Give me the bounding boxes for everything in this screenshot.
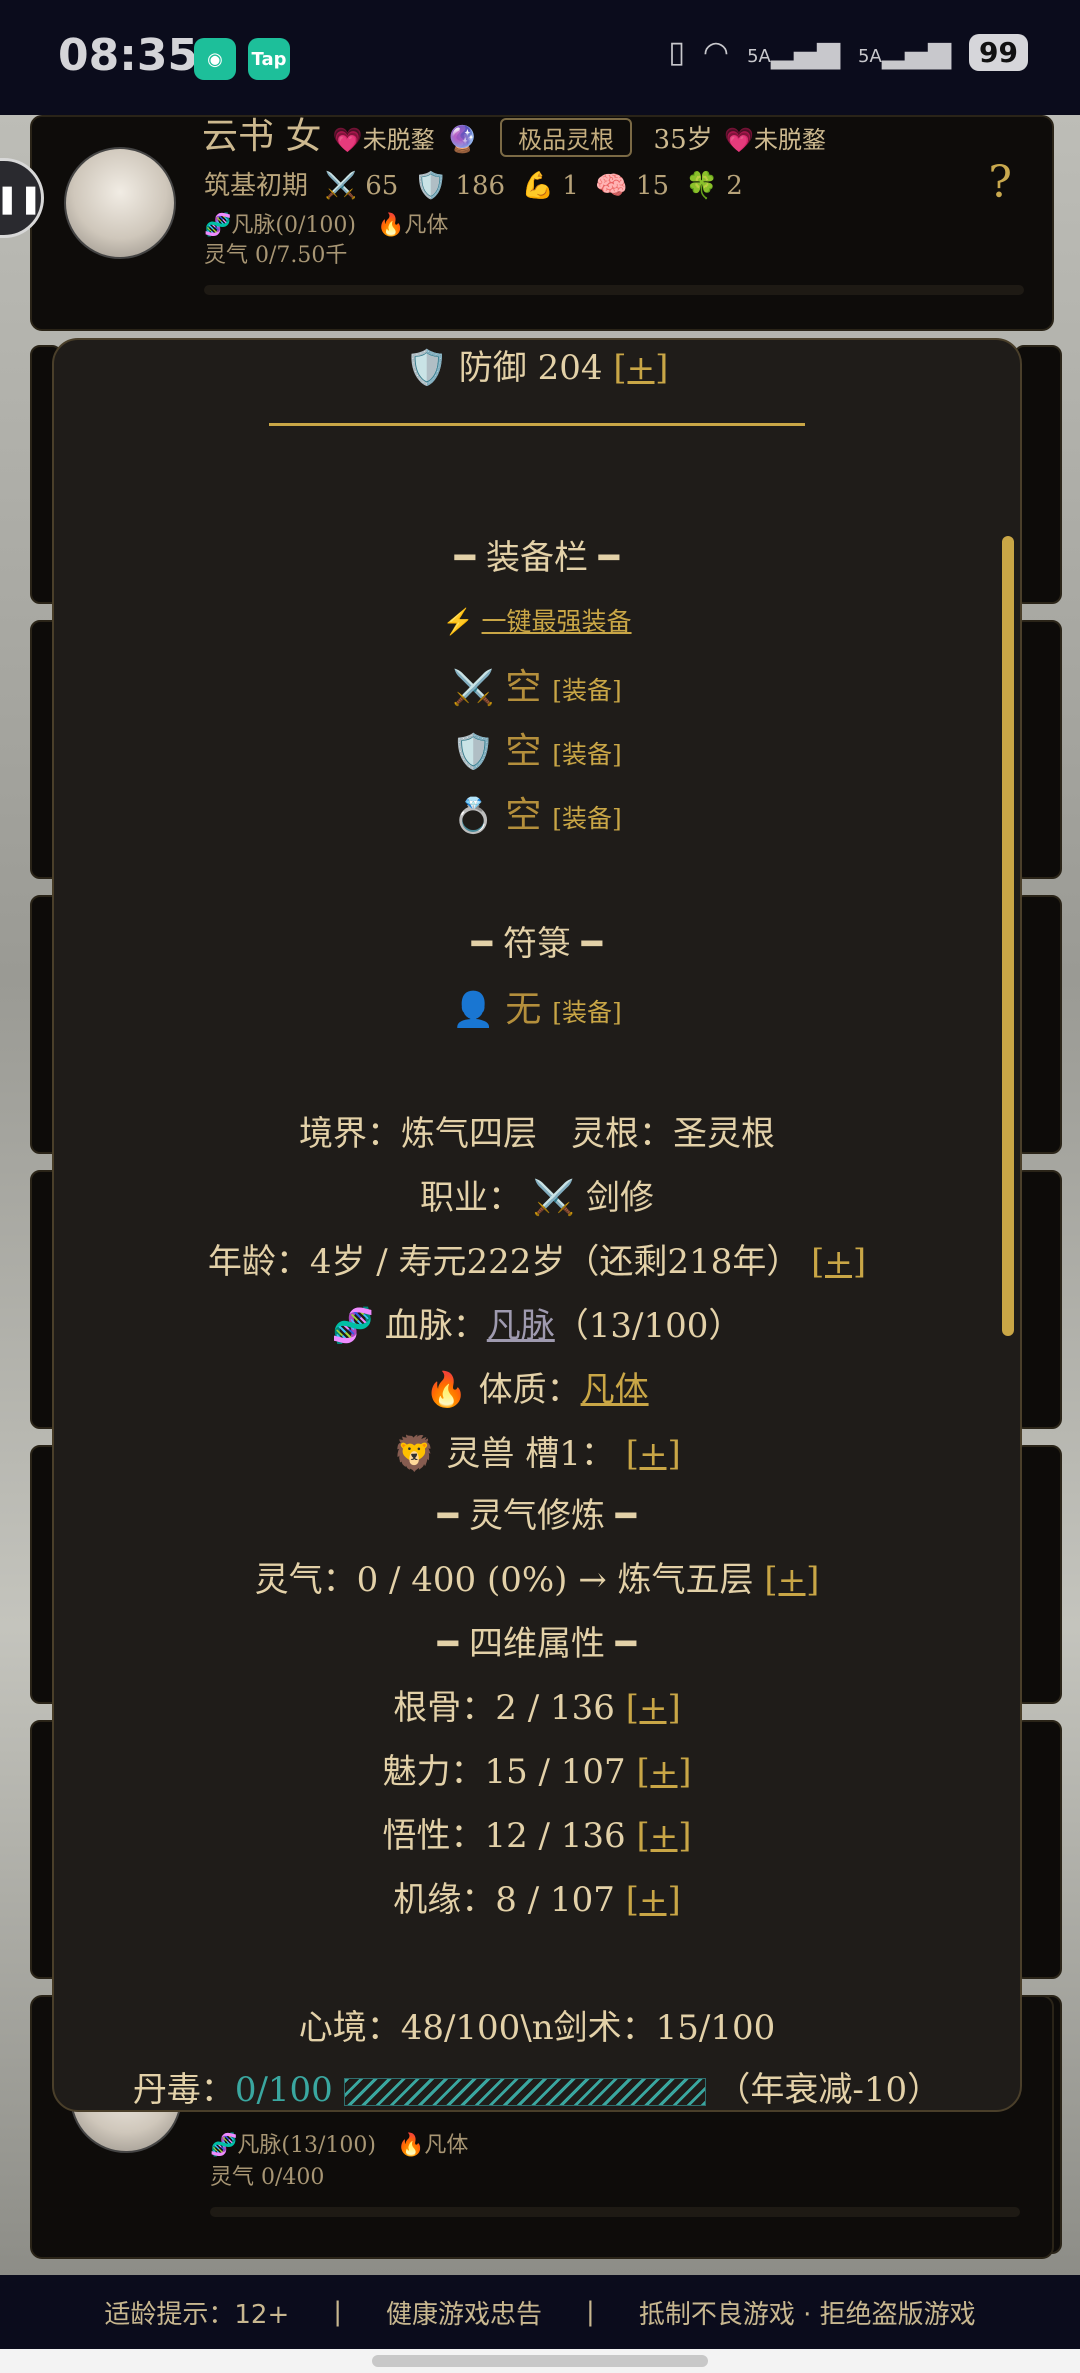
- equip-slot-armor: 🛡️ 空 [装备]: [452, 731, 622, 772]
- fire-icon: 🔥: [376, 213, 405, 238]
- ring-icon: 💍: [452, 796, 495, 836]
- attr-insight: 悟性：12 / 136 [+]: [382, 1816, 692, 1856]
- root-tag: 极品灵根: [500, 118, 633, 157]
- sword-icon: ⚔️: [324, 171, 357, 201]
- qi-plus-button[interactable]: [+]: [764, 1560, 819, 1600]
- home-handle[interactable]: [372, 2355, 708, 2367]
- qi-progress-bar: [210, 2207, 1020, 2217]
- realm-line: 境界：炼气四层 灵根：圣灵根: [299, 1114, 775, 1154]
- equip-weapon-button[interactable]: [装备]: [552, 676, 622, 705]
- equip-talisman-button[interactable]: [装备]: [552, 998, 622, 1027]
- wifi-icon: ◠: [702, 35, 730, 70]
- attr-header: ━ 四维属性 ━: [437, 1624, 637, 1664]
- bloodline-line: 🧬 血脉：凡脉（13/100）: [331, 1306, 743, 1346]
- bloodline-line: 🧬凡脉(13/100) 🔥凡体: [210, 2133, 469, 2158]
- shield-icon: 🛡️: [452, 732, 495, 772]
- auto-equip-row: ⚡ 一键最强装备: [54, 602, 1020, 638]
- gesture-bar: [0, 2349, 1080, 2373]
- toxin-line: 丹毒：0/100 （年衰减-10）: [132, 2070, 942, 2110]
- age-plus-button[interactable]: [+]: [811, 1242, 866, 1282]
- silhouette-icon: 👤: [452, 990, 495, 1030]
- shield-icon: 🛡️: [405, 348, 448, 388]
- heart-icon: 💗: [332, 126, 363, 154]
- system-icons: ▯ ◠ 5A▂▄▆ 5A▂▄▆ 99: [668, 34, 1028, 71]
- qi-line: 灵气：0 / 400 (0%) → 炼气五层 [+]: [254, 1560, 820, 1600]
- battery-icon: 99: [969, 34, 1028, 71]
- vibrate-icon: ▯: [668, 35, 685, 70]
- signal-icon-2: 5A▂▄▆: [858, 35, 952, 70]
- character-name: 云书 女 💗未脱鍪 🔮 极品灵根 35岁 💗未脱鍪: [202, 116, 826, 157]
- defense-plus-button[interactable]: [+]: [613, 348, 668, 388]
- lion-icon: 🦁: [393, 1434, 436, 1474]
- orb-icon: 🔮: [446, 125, 479, 155]
- age-line: 年龄：4岁 / 寿元222岁（还剩218年） [+]: [207, 1242, 867, 1282]
- avatar: [64, 147, 176, 259]
- charm-plus-button[interactable]: [+]: [637, 1752, 692, 1792]
- separator: |: [333, 2297, 343, 2327]
- mind-line: 心境：48/100\n剑术：15/100: [298, 2008, 776, 2048]
- fortune-plus-button[interactable]: [+]: [626, 1880, 681, 1920]
- insight-plus-button[interactable]: [+]: [637, 1816, 692, 1856]
- equip-armor-button[interactable]: [装备]: [552, 740, 622, 769]
- sword-icon: ⚔️: [452, 668, 495, 708]
- qi-header: ━ 灵气修炼 ━: [437, 1496, 637, 1536]
- tap-app-icon: Tap: [248, 38, 290, 80]
- help-icon[interactable]: ?: [988, 157, 1012, 208]
- fire-icon: 🔥: [425, 1370, 468, 1410]
- modal-scrollbar[interactable]: [1002, 536, 1014, 1336]
- equip-slot-weapon: ⚔️ 空 [装备]: [452, 667, 622, 708]
- talisman-header: ━ 符箓 ━: [471, 924, 603, 964]
- shield-icon: 🛡️: [414, 171, 448, 201]
- job-line: 职业： ⚔️ 剑修: [420, 1178, 654, 1218]
- bloodline-link[interactable]: 凡脉: [487, 1306, 555, 1346]
- stats-line: 筑基初期 ⚔️ 65 🛡️ 186 💪 1 🧠 15 🍀 2: [204, 171, 743, 201]
- attr-bone: 根骨：2 / 136 [+]: [393, 1688, 681, 1728]
- lightning-icon: ⚡: [442, 607, 474, 636]
- signal-icon-1: 5A▂▄▆: [747, 35, 841, 70]
- spirit-beast-line: 🦁 灵兽 槽1： [+]: [393, 1434, 681, 1474]
- equip-ring-button[interactable]: [装备]: [552, 804, 622, 833]
- toxin-progress-bar: [343, 2078, 706, 2106]
- beast-plus-button[interactable]: [+]: [626, 1434, 681, 1474]
- attr-fortune: 机缘：8 / 107 [+]: [393, 1880, 681, 1920]
- dna-icon: 🧬: [331, 1306, 374, 1346]
- qi-line: 灵气 0/7.50千: [204, 243, 348, 268]
- equip-header: ━ 装备栏 ━: [454, 538, 620, 578]
- heart-icon: 💗: [724, 126, 754, 154]
- bone-plus-button[interactable]: [+]: [626, 1688, 681, 1728]
- divider: [269, 423, 805, 426]
- clover-icon: 🍀: [685, 171, 718, 201]
- equip-slot-ring: 💍 空 [装备]: [452, 795, 622, 836]
- sword-icon: ⚔️: [532, 1178, 576, 1218]
- footer-notice: 适龄提示：12+ | 健康游戏忠告 | 抵制不良游戏 · 拒绝盗版游戏: [0, 2275, 1080, 2349]
- defense-row: 🛡️ 防御 204 [+]: [405, 348, 669, 388]
- auto-equip-button[interactable]: 一键最强装备: [482, 607, 632, 636]
- character-card-top[interactable]: 云书 女 💗未脱鍪 🔮 极品灵根 35岁 💗未脱鍪 筑基初期 ⚔️ 65 🛡️ …: [30, 115, 1054, 331]
- talisman-slot: 👤 无 [装备]: [452, 989, 622, 1030]
- muscle-icon: 💪: [521, 171, 554, 201]
- age-rating: 适龄提示：12+: [104, 2299, 290, 2330]
- mi-app-icon: ◉: [194, 38, 236, 80]
- fire-icon: 🔥: [396, 2133, 425, 2158]
- character-detail-modal[interactable]: 🛡️ 防御 204 [+] ━ 装备栏 ━ ⚡ 一键最强装备 ⚔️ 空 [装备]…: [52, 338, 1022, 2112]
- attr-charm: 魅力：15 / 107 [+]: [382, 1752, 692, 1792]
- status-bar: 08:35 ◉ Tap ▯ ◠ 5A▂▄▆ 5A▂▄▆ 99: [0, 0, 1080, 115]
- health-advice: 健康游戏忠告: [386, 2299, 543, 2330]
- physique-link[interactable]: 凡体: [581, 1370, 649, 1410]
- anti-piracy-notice: 抵制不良游戏 · 拒绝盗版游戏: [638, 2299, 976, 2330]
- qi-progress-bar: [204, 285, 1024, 295]
- separator: |: [586, 2297, 595, 2327]
- physique-line: 🔥 体质：凡体: [425, 1370, 649, 1410]
- bloodline-line: 🧬凡脉(0/100) 🔥凡体: [204, 213, 449, 238]
- clock: 08:35: [58, 30, 199, 81]
- dna-icon: 🧬: [210, 2133, 238, 2158]
- qi-line: 灵气 0/400: [210, 2165, 325, 2190]
- brain-icon: 🧠: [595, 171, 628, 201]
- dna-icon: 🧬: [204, 213, 232, 238]
